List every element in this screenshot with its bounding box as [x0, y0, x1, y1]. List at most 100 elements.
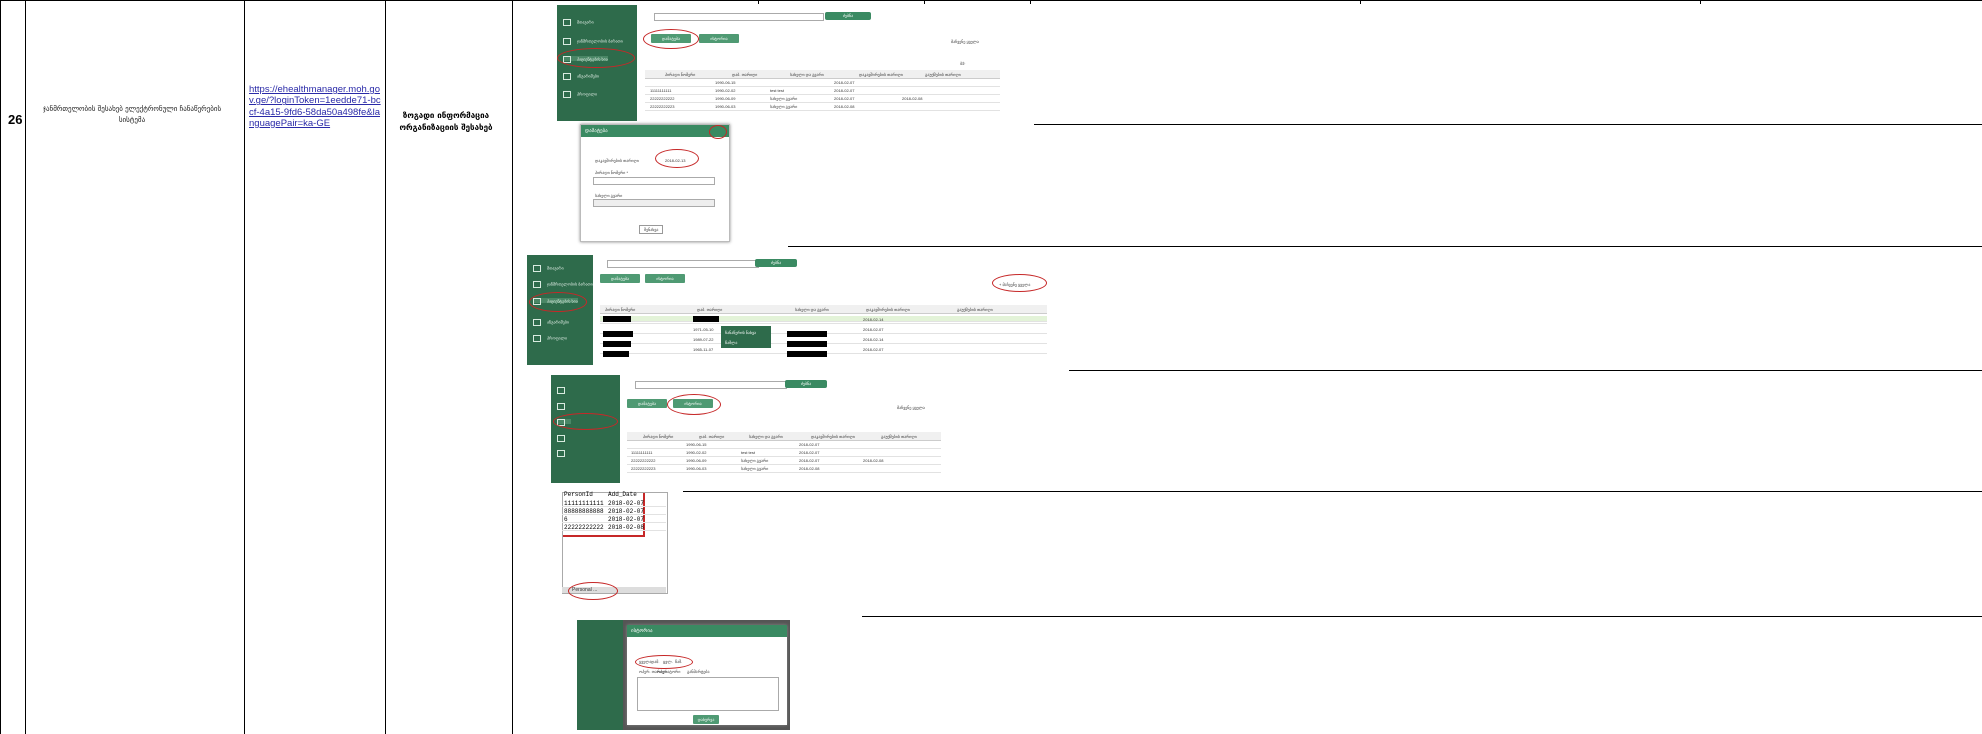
sep-line-1: [1034, 124, 1982, 125]
system-url-link[interactable]: https://ehealthmanager.moh.gov.ge/?login…: [249, 84, 384, 129]
id-label: პირადი ნომერი *: [595, 170, 629, 175]
highlight-ring: [709, 125, 727, 139]
sidebar-item[interactable]: ჯანმრთელობის ბარათი: [563, 38, 623, 44]
sep-line-3: [1069, 370, 1982, 371]
sidebar-item[interactable]: მთავარი: [533, 265, 564, 271]
redacted-cell: [603, 316, 631, 322]
table-cell: 1990-06-15: [686, 442, 707, 447]
history-table: [637, 677, 779, 711]
table-cell: 2018-02-07: [799, 442, 820, 447]
table-cell: სახელი გვარი: [741, 458, 769, 463]
sidebar-item[interactable]: ანგარიშები: [533, 319, 569, 325]
search-input[interactable]: [607, 260, 759, 268]
sidebar-item[interactable]: მთავარი: [563, 19, 594, 25]
table-row[interactable]: [645, 81, 1000, 87]
row-name: ზოგადი ინფორმაცია ორგანიზაციის შესახებ: [399, 111, 493, 132]
id-input[interactable]: [593, 177, 715, 185]
table-row[interactable]: [645, 89, 1000, 95]
name-label: სახელი გვარი: [595, 193, 623, 198]
sidebar-item[interactable]: პირადი ნომერი: [557, 387, 571, 392]
context-menu-item[interactable]: წაშლა: [725, 340, 737, 345]
screenshot-patient-list: მთავარი ჯანმრთელობის ბარათი პაციენტების …: [557, 5, 1000, 121]
history-button[interactable]: ისტორია: [699, 34, 739, 43]
save-button[interactable]: შენახვა: [639, 225, 664, 234]
modal-title: დამატება: [581, 125, 729, 137]
sidebar-item[interactable]: ჯანმრთელობის ბარათი: [533, 281, 593, 287]
table-row[interactable]: [627, 443, 941, 449]
column-header: გაუქმების თარიღი: [925, 72, 961, 77]
screenshot-history-modal: ისტორია ყველა დამ. ცვლ. წაშ. ოპერ. თარიღ…: [577, 620, 790, 730]
col-border-7: [1030, 0, 1031, 4]
col-border-4: [512, 0, 513, 734]
highlight-ring: [529, 292, 587, 312]
search-button[interactable]: ძებნა: [785, 380, 827, 388]
history-modal: ისტორია ყველა დამ. ცვლ. წაშ. ოპერ. თარიღ…: [627, 625, 787, 725]
row-number: 26: [8, 112, 23, 127]
highlight-ring: [992, 274, 1047, 292]
sidebar-item[interactable]: [557, 435, 571, 440]
sidebar: [577, 620, 623, 730]
sep-line-4: [683, 491, 1982, 492]
table-cell: 2018-02-07: [834, 96, 855, 101]
table-row[interactable]: [627, 467, 941, 473]
close-button[interactable]: დახურვა: [693, 715, 719, 724]
column-header: დაკავშირების თარიღი: [811, 434, 855, 439]
table-cell: 2018-02-07: [799, 450, 820, 455]
column-header: სახელი და გვარი: [790, 72, 824, 77]
highlight-ring: [557, 48, 635, 68]
column-header: გაუქმების თარიღი: [957, 307, 993, 312]
sidebar-item[interactable]: ანგარიშები: [563, 73, 599, 79]
table-cell: სახელი გვარი: [741, 466, 769, 471]
page-label: გვ.: [960, 60, 966, 65]
highlight-ring: [568, 582, 618, 600]
excel-export: PersonId Add_Date 11111111111 2018-02-07 8…: [560, 490, 670, 610]
table-cell: 1965-11-07: [693, 347, 714, 352]
name-input[interactable]: [593, 199, 715, 207]
sidebar-item[interactable]: [557, 403, 571, 408]
col-border-1: [25, 0, 26, 734]
table-cell: 1990-06-15: [715, 80, 736, 85]
screenshot-context-menu: მთავარი ჯანმრთელობის ბარათი პაციენტების …: [527, 255, 1047, 365]
table-cell: 2018-02-07: [863, 327, 884, 332]
table-cell: 2018-02-08: [863, 458, 884, 463]
table-row[interactable]: [627, 459, 941, 465]
table-cell: 2018-02-07: [834, 80, 855, 85]
table-cell: test test: [741, 450, 756, 455]
redacted-cell: [603, 341, 631, 347]
history-button[interactable]: ისტორია: [645, 274, 685, 283]
table-row[interactable]: [645, 105, 1000, 111]
add-button[interactable]: დამატება: [627, 399, 667, 408]
search-input[interactable]: [635, 381, 787, 389]
sidebar-item[interactable]: პროფილი: [533, 335, 567, 341]
sidebar-item[interactable]: [557, 450, 571, 455]
screenshot-history-tab: პირადი ნომერი ძებნა დამატება ისტორია მაჩ…: [551, 375, 941, 483]
column-header: პირადი ნომერი: [605, 307, 636, 312]
search-button[interactable]: ძებნა: [755, 259, 797, 267]
highlight-ring: [667, 394, 721, 415]
table-row[interactable]: [645, 97, 1000, 103]
table-cell: 1990-06-03: [715, 104, 736, 109]
table-cell: 1990-02-02: [715, 88, 736, 93]
context-menu-item[interactable]: ჩანაწერის ნახვა: [725, 330, 756, 335]
column-header: პირადი ნომერი: [665, 72, 696, 77]
table-cell: 22222222223: [650, 104, 675, 109]
table-cell: 6: [564, 516, 568, 523]
date-label: დაკავშირების თარიღი: [595, 158, 639, 163]
table-cell: 11111111111: [631, 450, 653, 455]
table-row[interactable]: [627, 451, 941, 457]
sheet-header: PersonId: [564, 491, 593, 498]
sidebar-item[interactable]: პროფილი: [563, 91, 597, 97]
table-cell: 2018-02-07: [608, 508, 645, 515]
highlight-ring: [635, 655, 693, 669]
table-cell: 1990-06-09: [715, 96, 736, 101]
show-all-label: მაჩვენე ყველა: [897, 405, 925, 410]
table-row[interactable]: [600, 318, 1047, 324]
column-header: ოპერატორი: [657, 669, 681, 674]
add-button[interactable]: დამატება: [600, 274, 640, 283]
search-button[interactable]: ძებნა: [825, 12, 871, 20]
column-header: დაკავშირების თარიღი: [859, 72, 903, 77]
column-header: სახელი და გვარი: [749, 434, 783, 439]
search-input[interactable]: [654, 13, 824, 21]
table-cell: 2018-02-07: [799, 458, 820, 463]
col-border-8: [1360, 0, 1361, 4]
